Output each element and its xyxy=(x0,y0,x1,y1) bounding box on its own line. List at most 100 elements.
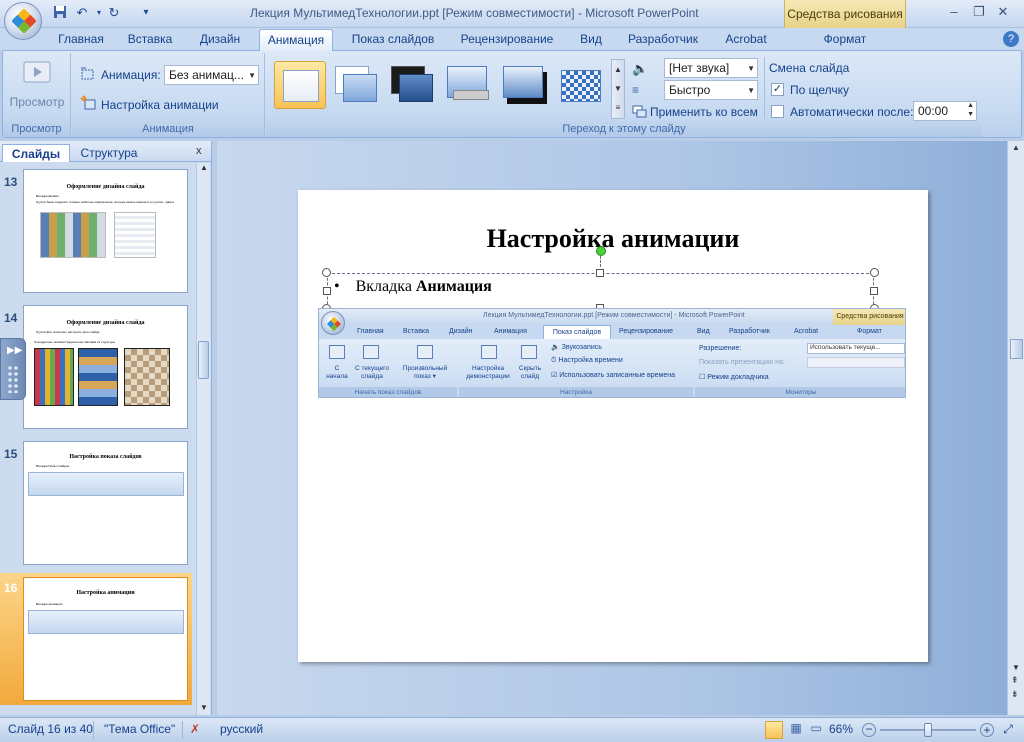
btn-line: слайда xyxy=(361,373,383,380)
resize-handle[interactable] xyxy=(870,268,879,277)
undo-icon[interactable]: ↶ xyxy=(74,5,90,21)
slide-title[interactable]: Настройка анимации xyxy=(298,224,928,254)
tab-review[interactable]: Рецензирование xyxy=(452,29,562,51)
thumb-line: Группа Фон позволяет настроить фон слайд… xyxy=(36,330,100,334)
next-slide-icon[interactable]: ⇟ xyxy=(1011,689,1019,700)
transition-none-thumb[interactable] xyxy=(274,61,326,109)
undo-dropdown-icon[interactable]: ▾ xyxy=(91,5,107,21)
on-click-checkbox[interactable]: ✓ xyxy=(771,83,784,96)
scroll-thumb[interactable] xyxy=(198,341,209,379)
bullet-bold: Анимация xyxy=(415,278,492,295)
embedded-label: Использовать записанные времена xyxy=(559,372,675,379)
zoom-in-icon[interactable]: + xyxy=(980,723,994,737)
slide-canvas[interactable]: Настройка анимации • Вкладка Анимация Ле… xyxy=(298,190,928,662)
transition-speed-dropdown[interactable]: Быстро ▼ xyxy=(664,80,758,100)
thumb-image xyxy=(124,348,170,406)
group-animation: Анимация: Без анимац... ▼ Настройка аним… xyxy=(72,53,265,137)
slide-thumbnail-15[interactable]: Настройка показа слайдов Вкладка Показ с… xyxy=(23,441,188,565)
tab-animation[interactable]: Анимация xyxy=(259,29,333,51)
minimize-icon[interactable]: – xyxy=(945,3,963,21)
slide-number: 13 xyxy=(4,175,18,189)
bullet-prefix: Вкладка xyxy=(355,278,416,295)
rotate-handle[interactable] xyxy=(596,246,606,256)
theme-name[interactable]: "Тема Office" xyxy=(104,722,175,736)
btn-line: слайд xyxy=(520,373,540,380)
tab-slides[interactable]: Слайды xyxy=(2,144,70,162)
zoom-out-icon[interactable]: − xyxy=(862,723,876,737)
restore-icon[interactable]: ❐ xyxy=(970,3,988,21)
tab-slide-show[interactable]: Показ слайдов xyxy=(343,29,443,51)
close-icon[interactable]: ✕ xyxy=(994,3,1012,21)
embedded-presenter-view: ☐ Режим докладчика xyxy=(699,374,769,381)
resize-handle[interactable] xyxy=(870,287,878,295)
customize-qat-icon[interactable]: ▾ xyxy=(138,5,154,21)
scroll-up-icon[interactable]: ▲ xyxy=(197,163,211,175)
transition-sound-dropdown[interactable]: [Нет звука] ▼ xyxy=(664,58,758,78)
resize-handle[interactable] xyxy=(323,287,331,295)
embedded-record-narration: 🔈 Звукозапись xyxy=(551,344,602,351)
slide-show-icon[interactable]: ▭ xyxy=(807,721,825,739)
divider xyxy=(182,721,183,739)
editor-scrollbar[interactable]: ▲ ▼ ⇞ ⇟ xyxy=(1007,141,1024,715)
tab-home[interactable]: Главная xyxy=(50,29,112,51)
chevron-down-icon: ▼ xyxy=(747,64,755,73)
slide-thumbnail-13[interactable]: Оформление дизайна слайда Вкладка Дизайн… xyxy=(23,169,188,293)
animation-dropdown[interactable]: Без анимац... ▼ xyxy=(164,65,259,85)
transition-cut-thumb[interactable] xyxy=(442,61,494,109)
gallery-scroll[interactable]: ▲ ▼ ≡ xyxy=(611,59,625,119)
tab-developer[interactable]: Разработчик xyxy=(620,29,706,51)
tab-insert[interactable]: Вставка xyxy=(120,29,180,51)
previous-slide-icon[interactable]: ⇞ xyxy=(1011,675,1019,686)
normal-view-icon[interactable] xyxy=(765,721,783,739)
custom-animation-button[interactable]: Настройка анимации xyxy=(101,98,219,112)
embedded-tab: Анимация xyxy=(494,328,527,335)
pane-toggle-handle[interactable]: ▶▶ xyxy=(0,338,26,400)
slide-thumbnail-14[interactable]: Оформление дизайна слайда Группа Фон поз… xyxy=(23,305,188,429)
embedded-tab: Вставка xyxy=(403,328,430,335)
preview-icon[interactable] xyxy=(21,59,53,89)
tab-view[interactable]: Вид xyxy=(570,29,612,51)
preview-button[interactable]: Просмотр xyxy=(3,95,71,109)
transition-black-thumb[interactable] xyxy=(386,61,438,109)
fit-to-window-icon[interactable]: ⤢ xyxy=(1000,722,1016,738)
scroll-up-icon[interactable]: ▲ xyxy=(1012,143,1020,152)
office-button[interactable] xyxy=(4,2,42,40)
resize-handle[interactable] xyxy=(322,268,331,277)
tab-outline[interactable]: Структура xyxy=(72,144,146,162)
scroll-thumb[interactable] xyxy=(1010,339,1023,359)
transition-cut-black-thumb[interactable] xyxy=(498,61,550,109)
tab-acrobat[interactable]: Acrobat xyxy=(716,29,776,51)
auto-after-time-input[interactable]: 00:00 ▲ ▼ xyxy=(913,101,977,121)
tab-format[interactable]: Формат xyxy=(800,29,890,51)
embedded-resolution-dropdown: Использовать текуще... xyxy=(807,343,905,354)
group-label-preview: Просмотр xyxy=(3,121,70,137)
slides-scrollbar[interactable]: ▲ ▼ xyxy=(196,163,210,715)
zoom-slider[interactable] xyxy=(880,723,976,737)
save-icon[interactable] xyxy=(52,5,68,21)
auto-after-checkbox[interactable] xyxy=(771,105,784,118)
tab-design[interactable]: Дизайн xyxy=(190,29,250,51)
scroll-down-icon[interactable]: ▼ xyxy=(197,703,211,715)
divider xyxy=(764,57,765,119)
close-pane-icon[interactable]: x xyxy=(196,145,202,157)
zoom-level[interactable]: 66% xyxy=(829,722,853,736)
slide-number: 14 xyxy=(4,311,18,325)
zoom-slider-thumb[interactable] xyxy=(924,723,932,737)
thumb-line: Вкладка Показ слайдов xyxy=(36,464,70,468)
embedded-group-label: Начать показ слайдов xyxy=(319,387,457,397)
redo-icon[interactable]: ↻ xyxy=(106,5,122,21)
transition-fade-thumb[interactable] xyxy=(330,61,382,109)
help-icon[interactable]: ? xyxy=(1003,31,1019,47)
apply-to-all-button[interactable]: Применить ко всем xyxy=(650,105,758,119)
resize-handle[interactable] xyxy=(596,269,604,277)
spellcheck-icon[interactable]: ✗ xyxy=(190,722,206,738)
slide-thumbnail-16[interactable]: Настройка анимации Вкладка Анимация xyxy=(23,577,188,701)
scroll-down-icon[interactable]: ▼ xyxy=(1012,663,1020,672)
thumb-title: Настройка анимации xyxy=(76,590,135,596)
bullet-text[interactable]: • Вкладка Анимация xyxy=(334,278,492,296)
language-indicator[interactable]: русский xyxy=(220,722,263,736)
spinner-icon[interactable]: ▲ ▼ xyxy=(967,101,974,119)
embedded-label: Настройка времени xyxy=(558,357,623,364)
transition-dissolve-thumb[interactable] xyxy=(554,61,606,109)
slide-sorter-icon[interactable]: ▦ xyxy=(787,721,805,739)
